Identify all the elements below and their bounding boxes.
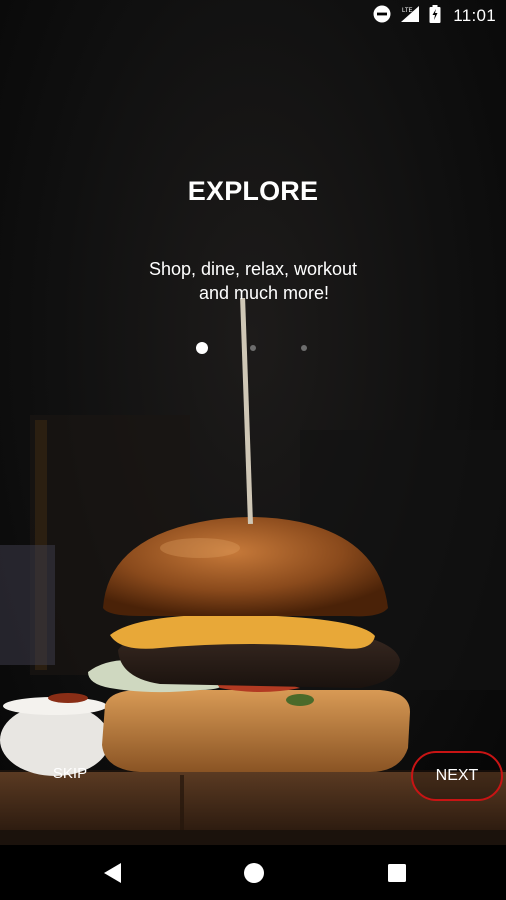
page-title: EXPLORE	[187, 176, 319, 206]
next-button[interactable]: NEXT	[411, 751, 503, 801]
status-bar: LTE 11:01	[0, 0, 506, 32]
page-dot[interactable]	[250, 345, 256, 351]
home-icon[interactable]	[240, 859, 268, 887]
skip-button[interactable]: SKIP	[38, 760, 102, 788]
subtitle-line-1: Shop, dine, relax, workout	[148, 259, 358, 279]
page-dot[interactable]	[301, 345, 307, 351]
page-subtitle: Shop, dine, relax, workout and much more…	[0, 257, 506, 305]
do-not-disturb-icon	[373, 5, 391, 28]
onboarding-screen: LTE 11:01 EXPLORE Shop, dine, relax, wor…	[0, 0, 506, 900]
status-time: 11:01	[453, 6, 496, 25]
navigation-bar	[0, 845, 506, 900]
page-indicator	[196, 341, 316, 355]
battery-charging-icon	[429, 4, 441, 28]
subtitle-line-2: and much more!	[198, 283, 330, 303]
page-dot-active[interactable]	[196, 342, 208, 354]
back-icon[interactable]	[99, 859, 127, 887]
cell-signal-icon: LTE	[399, 5, 421, 28]
burger-background-image	[0, 0, 506, 845]
lte-label: LTE	[402, 8, 413, 14]
burger-illustration	[0, 297, 506, 845]
recents-icon[interactable]	[383, 859, 411, 887]
